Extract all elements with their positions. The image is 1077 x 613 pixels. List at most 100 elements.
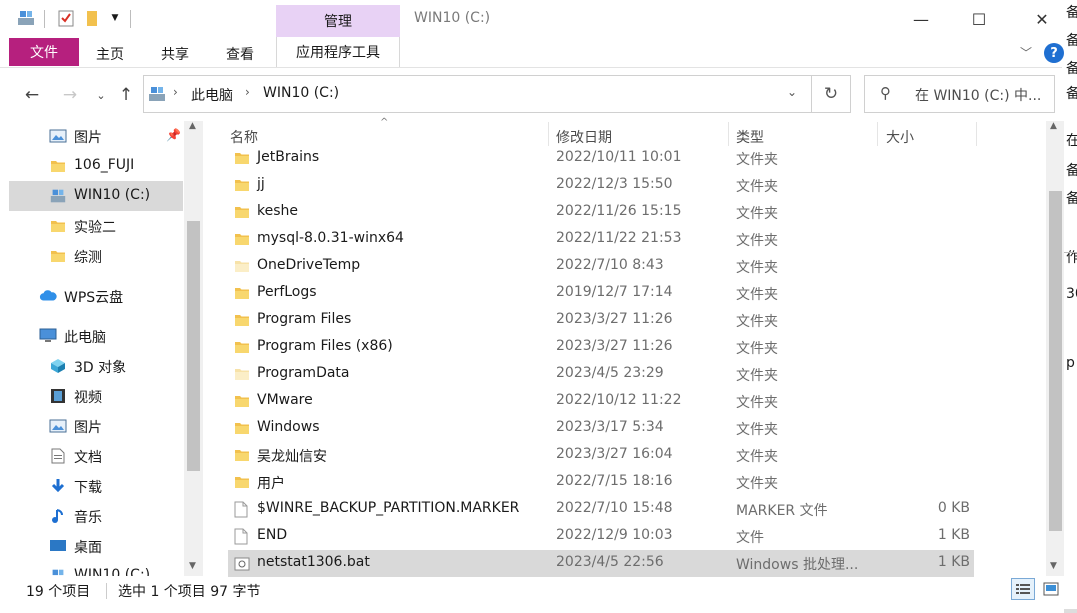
file-row[interactable]: keshe 2022/11/26 15:15 文件夹 xyxy=(228,199,974,226)
sidebar-item[interactable]: 下载 xyxy=(9,471,183,501)
tab-manage[interactable]: 管理 xyxy=(276,5,400,37)
column-header-date[interactable]: 修改日期 xyxy=(556,127,612,147)
sidebar-item[interactable]: 106_FUJI xyxy=(9,151,183,181)
column-divider[interactable] xyxy=(548,122,549,146)
column-header-type[interactable]: 类型 xyxy=(736,127,764,147)
pin-icon[interactable]: 📌 xyxy=(166,128,181,142)
sidebar-item[interactable]: 图片 xyxy=(9,411,183,441)
folder-icon xyxy=(234,286,250,300)
drive-app-icon[interactable] xyxy=(16,8,36,28)
nav-scrollbar[interactable]: ▲ ▼ xyxy=(184,121,203,576)
file-list-scrollbar[interactable]: ▲ ▼ xyxy=(1046,121,1064,576)
tab-home[interactable]: 主页 xyxy=(96,44,124,64)
column-divider[interactable] xyxy=(728,122,729,146)
help-button[interactable]: ? xyxy=(1044,43,1064,63)
file-row[interactable]: mysql-8.0.31-winx64 2022/11/22 21:53 文件夹 xyxy=(228,226,974,253)
tab-application-tools[interactable]: 应用程序工具 xyxy=(276,37,400,67)
file-type: 文件夹 xyxy=(736,368,778,384)
file-list-scroll-thumb[interactable] xyxy=(1049,191,1062,531)
back-button[interactable]: ← xyxy=(19,82,45,108)
details-view-icon[interactable] xyxy=(1011,578,1035,600)
tab-view[interactable]: 查看 xyxy=(226,44,254,64)
chevron-right-icon: › xyxy=(173,85,178,99)
sidebar-item[interactable]: 实验二 xyxy=(9,211,183,241)
sidebar-item[interactable]: 桌面 xyxy=(9,531,183,561)
scroll-down-icon[interactable]: ▼ xyxy=(1050,561,1057,571)
scroll-down-icon[interactable]: ▼ xyxy=(189,561,196,571)
nav-scroll-thumb[interactable] xyxy=(187,221,200,471)
status-divider xyxy=(106,583,107,599)
chevron-right-icon: › xyxy=(245,85,250,99)
breadcrumb-this-pc[interactable]: 此电脑 xyxy=(191,85,233,105)
file-row[interactable]: $WINRE_BACKUP_PARTITION.MARKER 2022/7/10 … xyxy=(228,496,974,523)
background-divider xyxy=(1064,609,1077,613)
file-row[interactable]: jj 2022/12/3 15:50 文件夹 xyxy=(228,172,974,199)
file-row[interactable]: END 2022/12/9 10:03 文件 1 KB xyxy=(228,523,974,550)
3d-objects-icon xyxy=(49,358,67,374)
file-row[interactable]: Windows 2023/3/17 5:34 文件夹 xyxy=(228,415,974,442)
address-dropdown-icon[interactable]: ⌄ xyxy=(787,85,797,99)
sidebar-item[interactable]: 音乐 xyxy=(9,501,183,531)
large-icons-view-icon[interactable] xyxy=(1039,578,1063,600)
file-row[interactable]: VMware 2022/10/12 11:22 文件夹 xyxy=(228,388,974,415)
close-button[interactable]: ✕ xyxy=(1019,6,1065,32)
file-row[interactable]: Program Files 2023/3/27 11:26 文件夹 xyxy=(228,307,974,334)
column-header-size[interactable]: 大小 xyxy=(886,127,914,147)
new-folder-icon[interactable] xyxy=(82,8,102,28)
scroll-up-icon[interactable]: ▲ xyxy=(189,121,196,131)
sidebar-item[interactable]: 文档 xyxy=(9,441,183,471)
toolbar-divider xyxy=(130,10,131,28)
file-date: 2022/7/10 8:43 xyxy=(556,257,664,273)
file-row[interactable]: JetBrains 2022/10/11 10:01 文件夹 xyxy=(228,145,974,172)
refresh-button[interactable]: ↻ xyxy=(812,75,851,113)
expand-ribbon-icon[interactable]: ﹀ xyxy=(1020,44,1032,61)
background-window-text: 在 xyxy=(1066,133,1077,149)
file-row[interactable]: ProgramData 2023/4/5 23:29 文件夹 xyxy=(228,361,974,388)
file-type: 文件夹 xyxy=(736,179,778,195)
file-row[interactable]: OneDriveTemp 2022/7/10 8:43 文件夹 xyxy=(228,253,974,280)
maximize-button[interactable]: ☐ xyxy=(956,6,1002,32)
sidebar-item-label: 实验二 xyxy=(74,220,116,236)
sidebar-item[interactable]: 此电脑 xyxy=(9,321,183,351)
search-input[interactable]: 在 WIN10 (C:) 中... xyxy=(915,85,1041,105)
sidebar-item[interactable]: WIN10 (C:) xyxy=(9,561,183,576)
file-date: 2023/3/27 11:26 xyxy=(556,311,673,327)
folder-faded-icon xyxy=(234,367,250,381)
column-divider[interactable] xyxy=(976,122,977,146)
file-row[interactable]: PerfLogs 2019/12/7 17:14 文件夹 xyxy=(228,280,974,307)
sidebar-item[interactable]: 综测 xyxy=(9,241,183,271)
sidebar-item-label: 桌面 xyxy=(74,540,102,556)
sidebar-item[interactable]: WIN10 (C:) xyxy=(9,181,183,211)
file-name: OneDriveTemp xyxy=(257,257,361,273)
file-row[interactable]: Program Files (x86) 2023/3/27 11:26 文件夹 xyxy=(228,334,974,361)
background-window-text: 备 xyxy=(1066,163,1077,179)
column-divider[interactable] xyxy=(877,122,878,146)
properties-icon[interactable] xyxy=(56,8,76,28)
folder-icon xyxy=(49,248,67,264)
address-bar[interactable]: › 此电脑 › WIN10 (C:) ⌄ xyxy=(143,75,812,113)
tab-share[interactable]: 共享 xyxy=(161,44,189,64)
pictures-icon xyxy=(49,128,67,144)
recent-locations-icon[interactable]: ⌄ xyxy=(88,82,114,108)
customize-toolbar-icon[interactable]: ▼ xyxy=(105,8,125,28)
file-row[interactable]: 用户 2022/7/15 18:16 文件夹 xyxy=(228,469,974,496)
file-name: netstat1306.bat xyxy=(257,554,370,570)
sidebar-item[interactable]: 视频 xyxy=(9,381,183,411)
status-selection: 选中 1 个项目 97 字节 xyxy=(118,584,261,600)
sidebar-item-label: 此电脑 xyxy=(64,330,106,346)
file-row[interactable]: 吴龙灿信安 2023/3/27 16:04 文件夹 xyxy=(228,442,974,469)
sidebar-item-label: 106_FUJI xyxy=(74,157,135,173)
sidebar-item[interactable]: 3D 对象 xyxy=(9,351,183,381)
forward-button[interactable]: → xyxy=(57,82,83,108)
sidebar-item[interactable]: WPS云盘 xyxy=(9,281,183,311)
column-header-name[interactable]: 名称 xyxy=(230,127,258,147)
file-row[interactable]: netstat1306.bat 2023/4/5 22:56 Windows 批处理… xyxy=(228,550,974,577)
minimize-button[interactable]: — xyxy=(898,6,944,32)
sidebar-item[interactable]: 图片 xyxy=(9,121,183,151)
tab-file[interactable]: 文件 xyxy=(9,38,79,66)
up-button[interactable]: ↑ xyxy=(113,82,139,108)
sidebar-item-label: WPS云盘 xyxy=(64,290,124,306)
breadcrumb-drive[interactable]: WIN10 (C:) xyxy=(263,85,339,101)
scroll-up-icon[interactable]: ▲ xyxy=(1050,121,1057,131)
search-box[interactable]: ⚲ 在 WIN10 (C:) 中... xyxy=(864,75,1055,113)
